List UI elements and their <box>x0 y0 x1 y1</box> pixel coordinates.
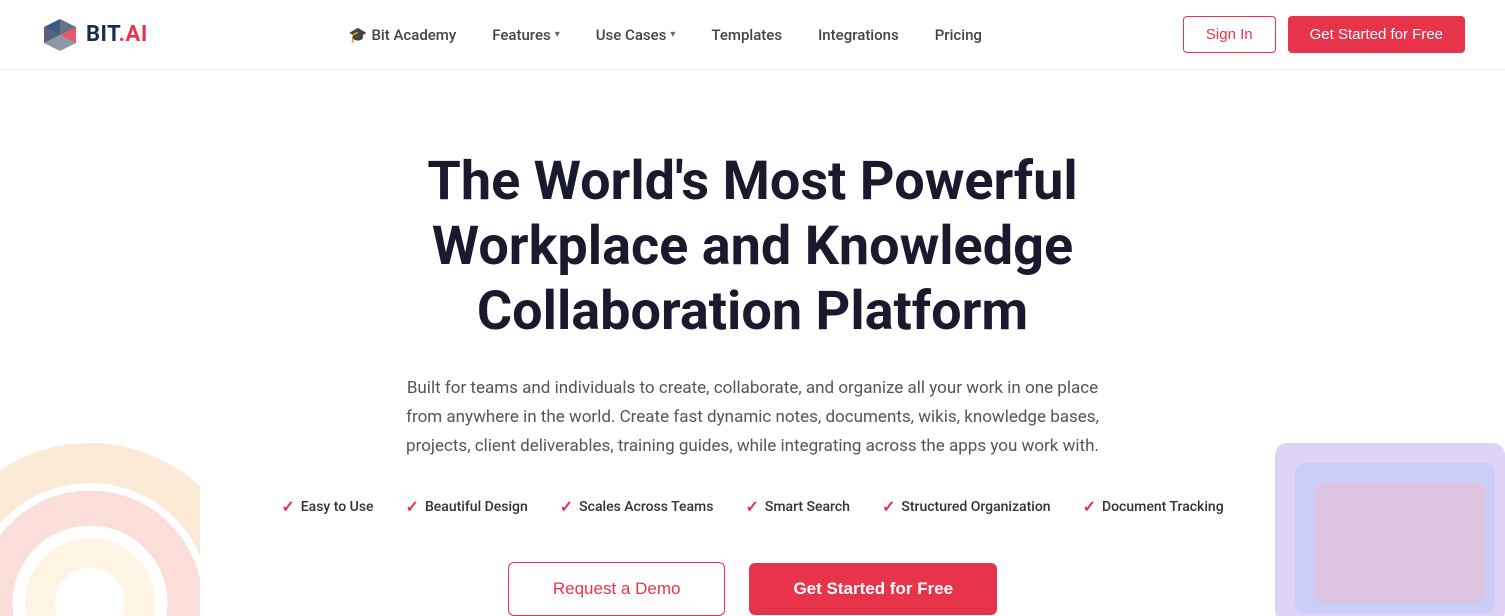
nav-label-academy: Bit Academy <box>371 26 456 44</box>
feature-label-search: Smart Search <box>765 499 850 515</box>
hero-section: The World's Most Powerful Workplace and … <box>0 70 1505 616</box>
nav-item-features[interactable]: Features ▾ <box>492 26 560 44</box>
get-started-nav-button[interactable]: Get Started for Free <box>1288 16 1465 53</box>
chevron-down-icon-features: ▾ <box>555 29 560 40</box>
nav-item-templates[interactable]: Templates <box>711 26 782 44</box>
nav-item-integrations[interactable]: Integrations <box>818 26 899 44</box>
nav-link-academy[interactable]: 🎓 Bit Academy <box>349 26 456 44</box>
nav-label-features: Features <box>492 26 550 44</box>
nav-label-templates: Templates <box>711 26 782 44</box>
logo-text: BIT.AI <box>86 22 148 47</box>
hero-title-line1: The World's Most Powerful <box>427 150 1077 213</box>
check-icon-tracking: ✓ <box>1083 497 1096 516</box>
hero-title: The World's Most Powerful Workplace and … <box>323 150 1183 344</box>
nav-label-integrations: Integrations <box>818 26 899 44</box>
logo-ai: .AI <box>119 22 148 47</box>
hero-title-line2: Workplace and Knowledge Collaboration Pl… <box>432 215 1073 343</box>
nav-item-use-cases[interactable]: Use Cases ▾ <box>596 26 676 44</box>
feature-label-design: Beautiful Design <box>425 499 528 515</box>
signin-button[interactable]: Sign In <box>1183 16 1276 53</box>
nav-link-use-cases[interactable]: Use Cases ▾ <box>596 26 676 44</box>
feature-easy-to-use: ✓ Easy to Use <box>281 497 373 516</box>
get-started-free-button[interactable]: Get Started for Free <box>749 563 997 615</box>
check-icon-scales: ✓ <box>560 497 573 516</box>
check-icon-org: ✓ <box>882 497 895 516</box>
feature-label-easy: Easy to Use <box>301 499 374 515</box>
check-icon-design: ✓ <box>406 497 419 516</box>
nav-link-integrations[interactable]: Integrations <box>818 26 899 44</box>
logo[interactable]: BIT.AI <box>40 17 148 53</box>
nav-actions: Sign In Get Started for Free <box>1183 16 1465 53</box>
nav-link-pricing[interactable]: Pricing <box>935 26 982 44</box>
feature-label-scales: Scales Across Teams <box>579 499 713 515</box>
bit-ai-logo-icon <box>40 17 80 53</box>
request-demo-button[interactable]: Request a Demo <box>508 562 726 616</box>
chevron-down-icon-use-cases: ▾ <box>670 29 675 40</box>
check-icon-search: ✓ <box>745 497 758 516</box>
nav-label-pricing: Pricing <box>935 26 982 44</box>
feature-doc-tracking: ✓ Document Tracking <box>1083 497 1224 516</box>
check-icon-easy: ✓ <box>281 497 294 516</box>
features-row: ✓ Easy to Use ✓ Beautiful Design ✓ Scale… <box>281 497 1223 516</box>
feature-structured-org: ✓ Structured Organization <box>882 497 1051 516</box>
feature-scales-teams: ✓ Scales Across Teams <box>560 497 714 516</box>
hero-subtitle: Built for teams and individuals to creat… <box>403 374 1103 461</box>
academy-icon: 🎓 <box>349 26 368 44</box>
feature-label-tracking: Document Tracking <box>1102 499 1224 515</box>
nav-item-pricing[interactable]: Pricing <box>935 26 982 44</box>
nav-item-academy[interactable]: 🎓 Bit Academy <box>349 26 456 44</box>
nav-label-use-cases: Use Cases <box>596 26 667 44</box>
cta-buttons: Request a Demo Get Started for Free <box>508 562 997 616</box>
feature-label-org: Structured Organization <box>901 499 1050 515</box>
nav-link-features[interactable]: Features ▾ <box>492 26 560 44</box>
navbar: BIT.AI 🎓 Bit Academy Features ▾ Use Case… <box>0 0 1505 70</box>
nav-links: 🎓 Bit Academy Features ▾ Use Cases ▾ Tem… <box>349 26 982 44</box>
logo-bit: BIT <box>86 22 119 47</box>
feature-smart-search: ✓ Smart Search <box>745 497 850 516</box>
feature-beautiful-design: ✓ Beautiful Design <box>406 497 528 516</box>
nav-link-templates[interactable]: Templates <box>711 26 782 44</box>
